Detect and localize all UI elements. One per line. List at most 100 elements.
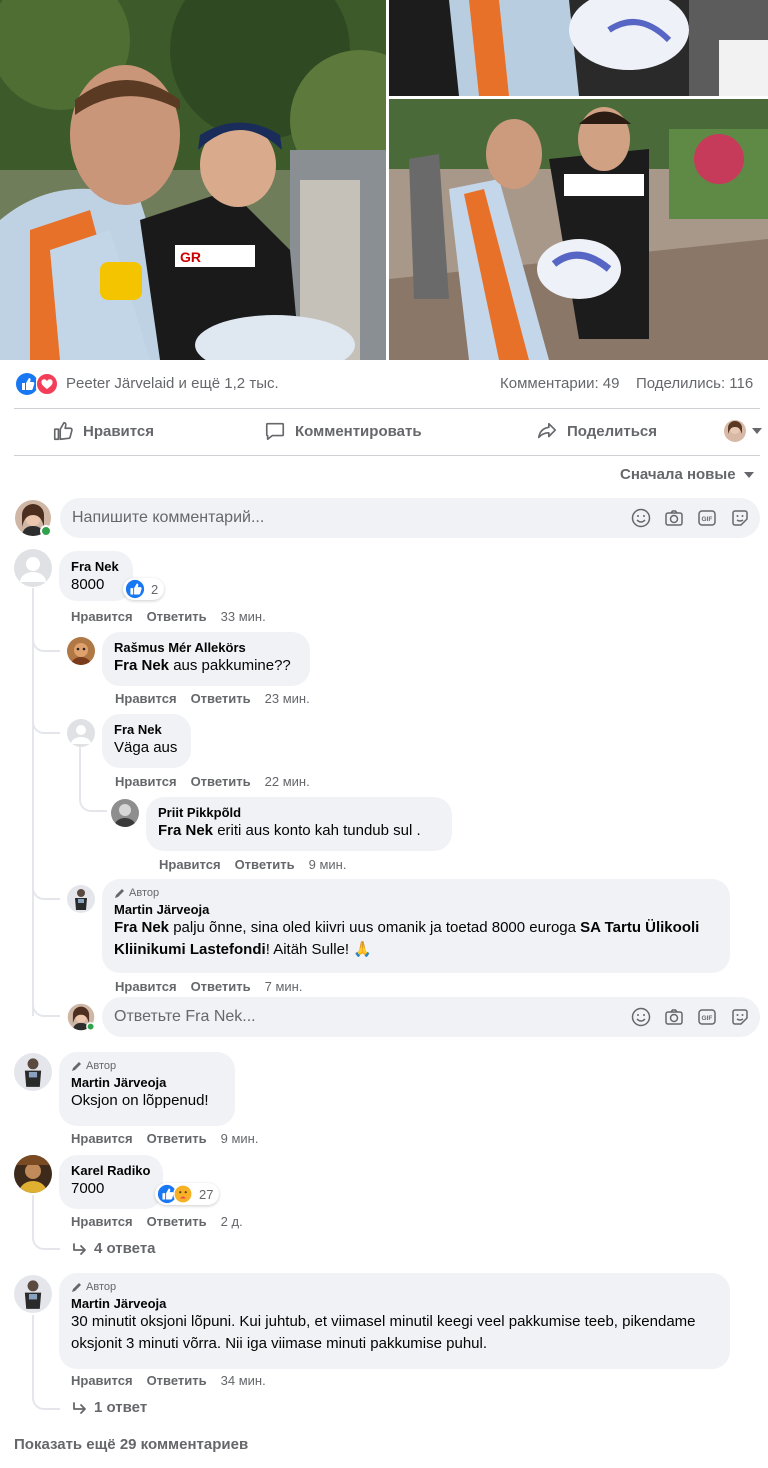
comment-text: Väga aus [114,739,178,756]
comment-reactions[interactable]: 27 [155,1183,220,1205]
comment-bubble: Автор Martin Järveoja Fra Nek palju õnne… [102,879,730,973]
mention[interactable]: Fra Nek [114,657,169,674]
shares-count[interactable]: Поделились: 116 [636,375,753,392]
comment-author[interactable]: Martin Järveoja [71,1296,718,1311]
comment-bubble: Priit Pikkpõld Fra Nek eriti aus konto k… [146,797,452,851]
pencil-icon [72,1283,81,1292]
avatar[interactable] [14,1053,52,1091]
reply-action[interactable]: Ответить [191,691,251,706]
comment-actions: Нравится Ответить 33 мин. [71,609,266,624]
like-action[interactable]: Нравится [71,1131,133,1146]
svg-text:GR: GR [180,249,201,265]
thread-line [32,1315,34,1395]
reply-action[interactable]: Ответить [147,609,207,624]
like-action[interactable]: Нравится [71,1214,133,1229]
comment-author[interactable]: Priit Pikkpõld [158,805,440,820]
mention[interactable]: Fra Nek [158,822,213,839]
comment-author[interactable]: Rašmus Mér Allekörs [114,640,298,655]
comment-time[interactable]: 9 мин. [221,1131,259,1146]
avatar[interactable] [111,799,139,827]
reaction-profile-switcher[interactable] [724,420,764,442]
reaction-count: 27 [199,1186,214,1202]
sort-dropdown[interactable]: Сначала новые [620,466,754,483]
reactions-summary[interactable]: Peeter Järvelaid и ещё 1,2 тыс. [66,375,279,392]
photo-drivers-signing[interactable]: GR [0,0,386,360]
comments-count[interactable]: Комментарии: 49 [500,375,620,392]
emoji-icon[interactable] [631,1007,651,1027]
like-button[interactable]: Нравится [52,420,154,442]
comment-author[interactable]: Martin Järveoja [71,1075,223,1090]
comment-author[interactable]: Martin Järveoja [114,902,718,917]
avatar[interactable] [14,549,52,587]
comment-author[interactable]: Fra Nek [114,722,179,737]
like-action[interactable]: Нравится [115,774,177,789]
avatar[interactable] [14,1155,52,1193]
comment-time[interactable]: 9 мин. [309,857,347,872]
author-badge-label: Автор [86,1060,117,1072]
reply-arrow-icon [73,1401,86,1414]
chevron-down-icon [743,471,754,478]
reaction-icons[interactable] [16,373,60,395]
comment-text: Fra Nek aus pakkumine?? [114,655,298,677]
avatar[interactable] [14,1275,52,1313]
reply-action[interactable]: Ответить [191,979,251,994]
like-button-label: Нравится [83,422,155,440]
reply-action[interactable]: Ответить [191,774,251,789]
like-action[interactable]: Нравится [71,1373,133,1388]
comment-bubble: Автор Martin Järveoja Oksjon on lõppenud… [59,1052,235,1126]
comment-text: 30 minutit oksjoni lõpuni. Kui juhtub, e… [71,1313,696,1352]
thread-line [32,588,34,1016]
thread-branch [79,790,107,812]
comment-actions: Нравится Ответить 34 мин. [71,1373,266,1388]
avatar[interactable] [67,637,95,665]
share-button[interactable]: Поделиться [536,420,657,442]
reply-action[interactable]: Ответить [147,1131,207,1146]
comment-time[interactable]: 33 мин. [221,609,266,624]
like-action[interactable]: Нравится [115,691,177,706]
view-replies-link[interactable]: 4 ответа [72,1240,156,1257]
mention[interactable]: Fra Nek [114,919,169,936]
comment-actions: Нравится Ответить 23 мин. [115,691,310,706]
like-action[interactable]: Нравится [71,609,133,624]
view-replies-link[interactable]: 1 ответ [72,1399,147,1416]
sticker-icon[interactable] [730,508,750,528]
thread-branch [32,995,60,1017]
avatar[interactable] [67,885,95,913]
show-more-comments-link[interactable]: Показать ещё 29 комментариев [14,1436,248,1453]
gif-icon[interactable]: GIF [697,1007,717,1027]
avatar[interactable] [67,719,95,747]
comment-time[interactable]: 34 мин. [221,1373,266,1388]
reply-action[interactable]: Ответить [147,1373,207,1388]
pencil-icon [72,1062,81,1071]
photo-signing-helmet[interactable] [389,99,768,360]
comment-author[interactable]: Fra Nek [71,559,121,574]
gif-icon[interactable]: GIF [697,508,717,528]
pencil-icon [115,889,124,898]
reply-arrow-icon [73,1242,86,1255]
comment-author[interactable]: Karel Radiko [71,1163,151,1178]
author-badge-label: Автор [86,1281,117,1293]
comment-body-end: ! Aitäh Sulle! 🙏 [265,941,372,958]
camera-icon[interactable] [664,1007,684,1027]
comment-time[interactable]: 23 мин. [265,691,310,706]
comment-time[interactable]: 22 мин. [265,774,310,789]
author-badge: Автор [71,1060,223,1072]
reply-action[interactable]: Ответить [235,857,295,872]
comment-actions: Нравится Ответить 9 мин. [159,857,346,872]
reply-input[interactable]: Ответьте Fra Nek... GIF [102,997,760,1037]
like-action[interactable]: Нравится [159,857,221,872]
comment-time[interactable]: 2 д. [221,1214,243,1229]
reply-input-placeholder: Ответьте Fra Nek... [114,1008,256,1025]
photo-helmet-closeup[interactable] [389,0,768,96]
comment-button[interactable]: Комментировать [264,420,422,442]
comment-time[interactable]: 7 мин. [265,979,303,994]
like-action[interactable]: Нравится [115,979,177,994]
comment-input[interactable]: Напишите комментарий... GIF [60,498,760,538]
reply-action[interactable]: Ответить [147,1214,207,1229]
emoji-icon[interactable] [631,508,651,528]
comment-reactions[interactable]: 2 [123,578,165,600]
camera-icon[interactable] [664,508,684,528]
comment-body: palju õnne, sina oled kiivri uus omanik … [169,919,581,936]
sticker-icon[interactable] [730,1007,750,1027]
avatar [15,500,52,537]
